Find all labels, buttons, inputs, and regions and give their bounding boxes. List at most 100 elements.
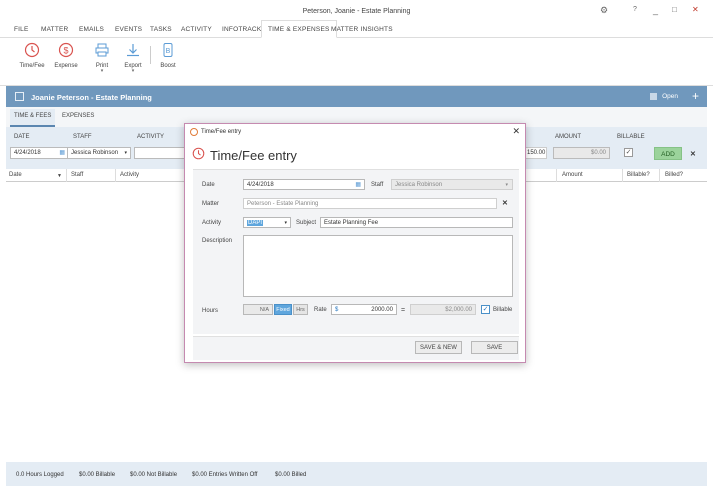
ribbon-toolbar: Time/Fee $ Expense Print ▾ Export ▾ B Bo…	[0, 38, 713, 86]
dialog-title: Time/Fee entry	[201, 129, 242, 135]
calendar-icon[interactable]: ▦	[355, 181, 361, 188]
clear-matter-button[interactable]: ✕	[502, 199, 508, 207]
dialog-date-value: 4/24/2018	[247, 182, 274, 188]
tab-expenses[interactable]: EXPENSES	[62, 113, 94, 119]
hrs-toggle[interactable]: Hrs	[293, 304, 308, 315]
clock-icon	[192, 147, 205, 160]
menu-bar: FILE MATTER EMAILS EVENTS TASKS ACTIVITY…	[0, 20, 713, 38]
activity-input[interactable]	[134, 147, 186, 159]
rate-currency: $	[335, 307, 339, 313]
dialog-billable-checkbox[interactable]: ✓	[481, 305, 490, 314]
dialog-description-label: Description	[202, 238, 233, 244]
written-off-total: $0.00 Entries Written Off	[192, 472, 258, 478]
dialog-rate-label: Rate	[314, 307, 327, 313]
dollar-icon: $	[58, 42, 74, 58]
time-fee-button[interactable]: Time/Fee	[17, 42, 47, 69]
column-staff[interactable]: Staff	[71, 172, 83, 178]
close-window-button[interactable]: ✕	[692, 5, 699, 14]
column-separator	[556, 169, 557, 182]
add-tab-button[interactable]: +	[692, 89, 699, 103]
dialog-date-input[interactable]: 4/24/2018 ▦	[243, 179, 365, 190]
printer-icon	[95, 43, 109, 57]
maximize-button[interactable]: □	[672, 5, 677, 14]
dialog-staff-value: Jessica Robinson	[395, 182, 443, 188]
fixed-toggle[interactable]: Fixed	[274, 304, 292, 315]
billable-label: BILLABLE	[617, 134, 645, 140]
time-fee-dialog: Time/Fee entry ✕ Time/Fee entry Date 4/2…	[184, 123, 526, 363]
dialog-heading: Time/Fee entry	[210, 148, 297, 163]
title-bar: Peterson, Joanie - Estate Planning ⚙ ? _…	[0, 0, 713, 22]
menu-time-expenses[interactable]: TIME & EXPENSES	[261, 20, 337, 38]
time-fee-label: Time/Fee	[19, 63, 45, 69]
column-separator	[115, 169, 116, 182]
staff-value: Jessica Robinson	[71, 150, 119, 156]
dialog-close-button[interactable]: ✕	[512, 126, 520, 137]
dialog-matter-input[interactable]: Peterson - Estate Planning	[243, 198, 497, 209]
menu-emails[interactable]: EMAILS	[79, 26, 104, 33]
date-label: DATE	[14, 134, 30, 140]
ribbon-divider	[150, 46, 151, 64]
download-icon	[127, 44, 139, 57]
amount-label: AMOUNT	[555, 134, 581, 140]
column-activity[interactable]: Activity	[120, 172, 139, 178]
column-separator	[659, 169, 660, 182]
dialog-staff-select[interactable]: Jessica Robinson ▾	[391, 179, 513, 190]
menu-activity[interactable]: ACTIVITY	[181, 26, 212, 33]
dialog-total-field: $2,000.00	[410, 304, 476, 315]
dialog-activity-value: DAPI	[247, 220, 264, 226]
save-button[interactable]: SAVE	[471, 341, 518, 354]
print-dropdown-icon[interactable]: ▾	[87, 69, 117, 74]
export-dropdown-icon[interactable]: ▾	[118, 69, 148, 74]
dialog-subject-input[interactable]: Estate Planning Fee	[320, 217, 513, 228]
matter-icon	[15, 92, 24, 101]
activity-label: ACTIVITY	[137, 134, 165, 140]
billable-total: $0.00 Billable	[79, 472, 116, 478]
column-billed[interactable]: Billed?	[665, 172, 683, 178]
staff-select[interactable]: Jessica Robinson ▾	[67, 147, 131, 159]
matter-header: Joanie Peterson - Estate Planning Open +	[6, 86, 707, 107]
sort-icon[interactable]: ▼	[57, 173, 62, 179]
save-and-new-button[interactable]: SAVE & NEW	[415, 341, 462, 354]
boost-button[interactable]: B Boost	[153, 42, 183, 69]
minimize-button[interactable]: _	[653, 5, 658, 15]
remove-row-button[interactable]: ✕	[690, 150, 696, 158]
tab-time-fees[interactable]: TIME & FEES	[10, 109, 56, 127]
column-billable[interactable]: Billable?	[627, 172, 650, 178]
menu-matter[interactable]: MATTER	[41, 26, 68, 33]
menu-file[interactable]: FILE	[14, 26, 29, 33]
calendar-icon[interactable]: ▦	[59, 149, 65, 156]
column-separator	[622, 169, 623, 182]
dialog-rate-input[interactable]: $2000.00	[331, 304, 397, 315]
boost-label: Boost	[160, 63, 176, 69]
help-button[interactable]: ?	[633, 6, 637, 13]
add-button[interactable]: ADD	[654, 147, 682, 160]
equals-sign: =	[401, 307, 406, 314]
hours-logged: 0.0 Hours Logged	[16, 472, 64, 478]
dialog-hours-label: Hours	[202, 308, 219, 314]
billable-checkbox[interactable]: ✓	[624, 148, 633, 157]
chevron-down-icon: ▾	[284, 220, 287, 226]
open-icon[interactable]	[650, 93, 657, 100]
expense-button[interactable]: $ Expense	[51, 42, 81, 69]
staff-label: STAFF	[73, 134, 92, 140]
column-amount[interactable]: Amount	[562, 172, 583, 178]
column-date[interactable]: Date	[9, 172, 22, 178]
export-button[interactable]: Export ▾	[118, 42, 148, 74]
gear-icon[interactable]: ⚙	[600, 5, 608, 16]
date-input[interactable]: 4/24/2018 ▦	[10, 147, 68, 159]
partial-value-field[interactable]: 150.00	[523, 147, 547, 159]
dialog-activity-select[interactable]: DAPI ▾	[243, 217, 291, 228]
menu-matter-insights[interactable]: MATTER INSIGHTS	[331, 26, 393, 33]
dialog-matter-label: Matter	[202, 201, 220, 207]
not-billable-total: $0.00 Not Billable	[130, 472, 178, 478]
dialog-description-textarea[interactable]	[243, 235, 513, 297]
chevron-down-icon: ▾	[124, 150, 127, 156]
menu-infotrack[interactable]: INFOTRACK	[222, 26, 261, 33]
menu-tasks[interactable]: TASKS	[150, 26, 172, 33]
print-button[interactable]: Print ▾	[87, 42, 117, 74]
dialog-hours-input[interactable]: N/A	[243, 304, 273, 315]
menu-events[interactable]: EVENTS	[115, 26, 142, 33]
amount-input[interactable]: $0.00	[553, 147, 610, 159]
svg-text:B: B	[166, 48, 171, 55]
open-button[interactable]: Open	[662, 93, 678, 100]
